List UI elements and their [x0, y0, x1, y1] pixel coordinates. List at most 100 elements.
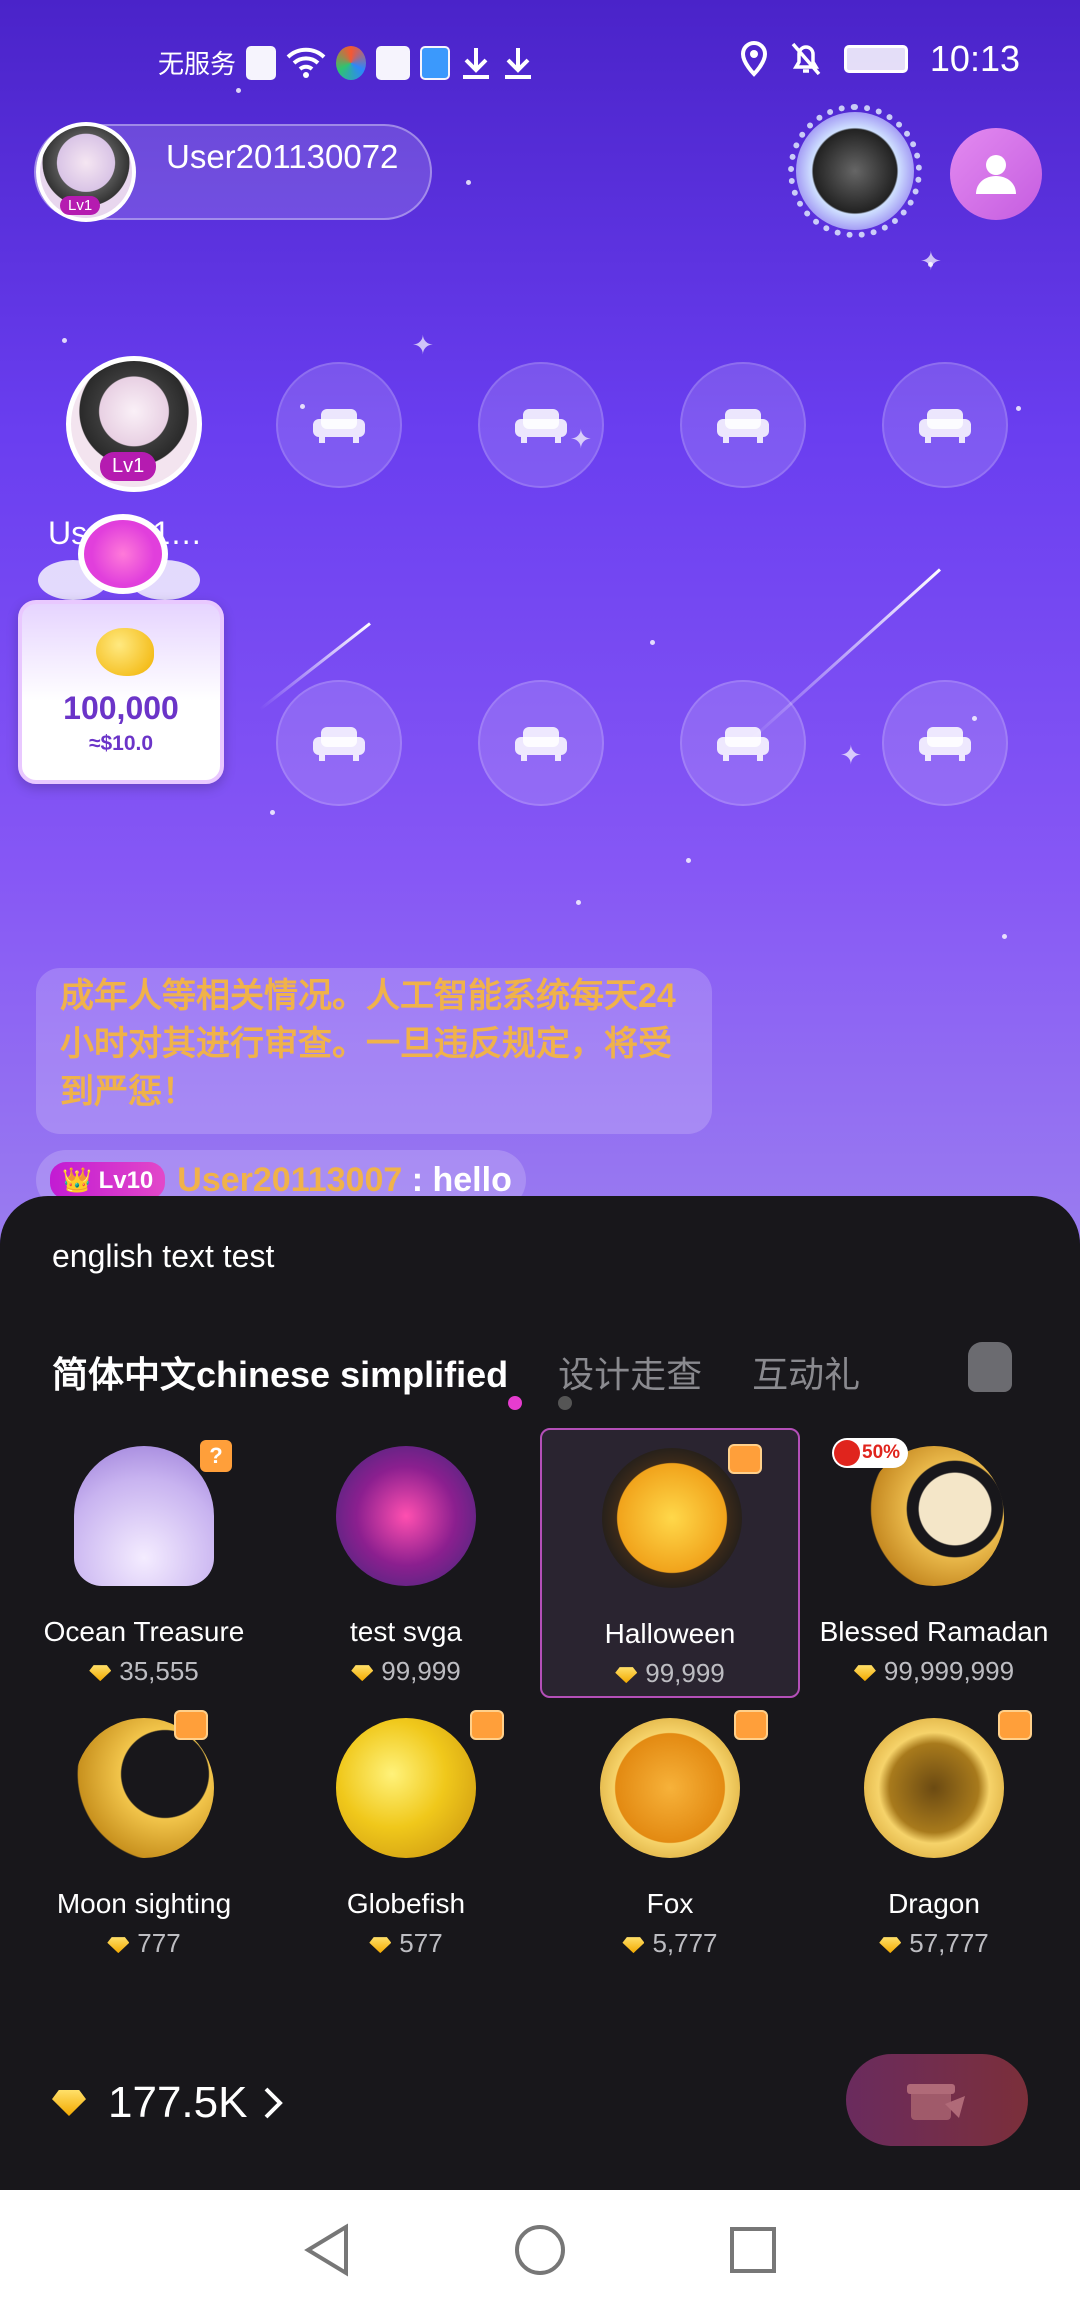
- host-level-badge: Lv1: [100, 452, 157, 481]
- empty-seat[interactable]: [680, 362, 806, 488]
- home-button[interactable]: [510, 2220, 570, 2280]
- empty-seat[interactable]: [478, 680, 604, 806]
- star: [270, 810, 275, 815]
- panel-header-text: english text test: [52, 1238, 275, 1274]
- empty-seat[interactable]: [882, 362, 1008, 488]
- gift-price-value: 777: [137, 1928, 181, 1958]
- owner-name: User201130072: [166, 138, 399, 175]
- page-dot[interactable]: [558, 1396, 572, 1410]
- empty-seat[interactable]: [882, 680, 1008, 806]
- sofa-icon: [717, 727, 769, 761]
- download-icon: [463, 47, 490, 79]
- empty-seat[interactable]: [478, 362, 604, 488]
- star: [1002, 934, 1007, 939]
- gift-name: Ocean Treasure: [43, 1616, 245, 1647]
- chat-level-text: Lv10: [98, 1166, 154, 1194]
- chat-level-badge: 👑 Lv10: [50, 1161, 166, 1199]
- bean-reward-card[interactable]: 100,000 ≈$10.0: [18, 600, 224, 784]
- diamond-balance[interactable]: 177.5K: [52, 2078, 285, 2128]
- live-room: ✦ ✦ ✦ ✦ 无服务 10:13 Lv1 User201130072 Lv1 …: [0, 0, 1080, 1240]
- gift-price-value: 99,999,999: [883, 1656, 1015, 1686]
- diamond-icon: [351, 1665, 374, 1682]
- gift-price-value: 35,555: [119, 1656, 199, 1686]
- chest-badge-icon: [470, 1710, 504, 1740]
- gift-price-value: 57,777: [909, 1928, 989, 1958]
- chevron-right-icon: [265, 2087, 284, 2119]
- gift-item[interactable]: ? Ocean Treasure 35,555: [14, 1428, 274, 1698]
- notice-text: 成年人等相关情况。人工智能系统每天24 小时对其进行审查。一旦违反规定，将受到严…: [60, 977, 676, 1111]
- gift-price: 577: [276, 1928, 536, 1959]
- globe-icon: [420, 45, 451, 80]
- bean-amount: 100,000: [63, 690, 179, 726]
- online-user-avatar[interactable]: [788, 104, 922, 238]
- gift-price: 99,999,999: [804, 1656, 1064, 1687]
- shell-icon: [74, 1446, 214, 1586]
- page-dot-active[interactable]: [508, 1396, 522, 1410]
- battery-icon: [843, 45, 908, 73]
- empty-seat[interactable]: [276, 362, 402, 488]
- tab-chinese-simplified[interactable]: 简体中文chinese simplified: [52, 1346, 508, 1398]
- diamond-icon: [879, 1937, 902, 1954]
- gift-name: Halloween: [604, 1618, 736, 1649]
- chest-badge-icon: [998, 1710, 1032, 1740]
- gift-price: 57,777: [804, 1928, 1064, 1959]
- gift-price: 777: [14, 1928, 274, 1959]
- bean-usd-value: ≈$10.0: [88, 732, 154, 755]
- system-notice: 成年人等相关情况。人工智能系统每天24 小时对其进行审查。一旦违反规定，将受到严…: [36, 968, 712, 1134]
- tab-design-review[interactable]: 设计走查: [558, 1346, 702, 1398]
- sofa-icon: [919, 409, 971, 443]
- gift-panel: english text test 简体中文chinese simplified…: [0, 1196, 1080, 2190]
- user-list-button[interactable]: [950, 128, 1042, 220]
- back-button[interactable]: [297, 2220, 357, 2280]
- chat-separator: :: [402, 1160, 433, 1199]
- gift-item[interactable]: Globefish 577: [276, 1700, 536, 1970]
- room-owner-pill[interactable]: Lv1 User201130072: [34, 122, 432, 222]
- discount-badge: 50%: [832, 1438, 909, 1468]
- empty-seat[interactable]: [680, 680, 806, 806]
- sim-alert-icon: [246, 45, 277, 80]
- sparkle: ✦: [412, 330, 434, 360]
- gift-price-value: 99,999: [645, 1658, 725, 1688]
- diamond-icon: [107, 1937, 130, 1954]
- gift-item-selected[interactable]: Halloween 99,999: [540, 1428, 800, 1698]
- users-icon: [976, 155, 1016, 194]
- backpack-icon[interactable]: [968, 1342, 1012, 1392]
- gift-item[interactable]: Dragon 57,777: [804, 1700, 1064, 1970]
- star: [686, 858, 691, 863]
- gift-price: 5,777: [540, 1928, 800, 1959]
- mystery-badge: ?: [200, 1440, 232, 1472]
- diamond-icon: [52, 2090, 86, 2116]
- recents-button[interactable]: [723, 2220, 783, 2280]
- gift-price: 35,555: [14, 1656, 274, 1687]
- huawei-icon: [376, 45, 411, 80]
- gift-price-value: 99,999: [381, 1656, 461, 1686]
- bean-reward-badge[interactable]: [78, 514, 168, 594]
- send-gift-button[interactable]: [846, 2054, 1028, 2146]
- gift-name: test svga: [349, 1616, 463, 1647]
- chest-badge-icon: [174, 1710, 208, 1740]
- back-triangle-icon: [303, 2223, 348, 2277]
- gift-price: 99,999: [542, 1658, 798, 1689]
- gift-item[interactable]: 50% Blessed Ramadan 99,999,999: [804, 1428, 1064, 1698]
- gift-item[interactable]: Moon sighting 777: [14, 1700, 274, 1970]
- recents-square-icon: [730, 2227, 777, 2273]
- download-icon: [505, 47, 532, 79]
- dragon-icon: [864, 1718, 1004, 1858]
- fox-icon: [600, 1718, 740, 1858]
- diamond-icon: [369, 1937, 392, 1954]
- gift-name: Blessed Ramadan: [819, 1616, 1049, 1647]
- car-icon: [336, 1446, 476, 1586]
- bell-off-icon: [791, 42, 821, 76]
- gift-item[interactable]: test svga 99,999: [276, 1428, 536, 1698]
- tab-interactive-gift[interactable]: 互动礼: [752, 1346, 860, 1398]
- star: [1016, 406, 1021, 411]
- pumpkin-icon: [602, 1448, 742, 1588]
- gift-tabs: 简体中文chinese simplified 设计走查 互动礼: [52, 1346, 860, 1398]
- chat-username[interactable]: User20113007: [177, 1161, 402, 1199]
- empty-seat[interactable]: [276, 680, 402, 806]
- gift-item[interactable]: Fox 5,777: [540, 1700, 800, 1970]
- sofa-icon: [313, 409, 365, 443]
- diamond-icon: [615, 1667, 638, 1684]
- carrier-text: 无服务: [158, 49, 237, 79]
- gift-price-value: 5,777: [652, 1928, 718, 1958]
